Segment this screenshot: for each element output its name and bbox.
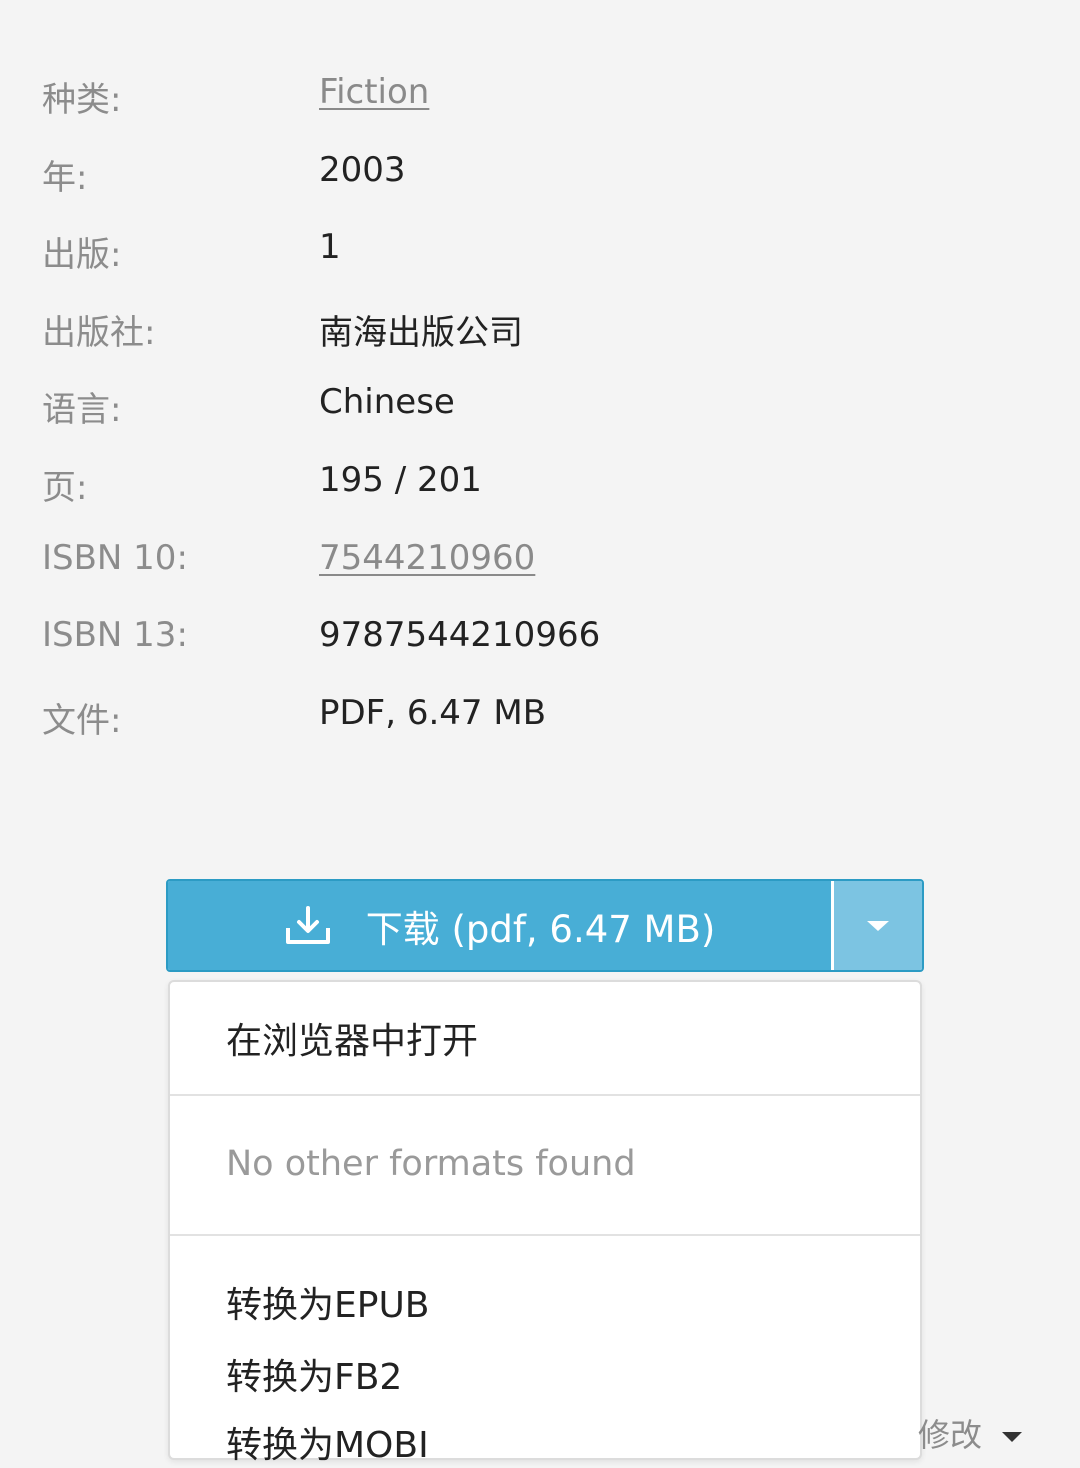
menu-no-formats-text: No other formats found [226, 1144, 636, 1184]
isbn13-value: 9787544210966 [319, 615, 601, 656]
language-label: 语言: [42, 390, 122, 431]
download-icon [285, 905, 330, 944]
download-dropdown-menu: 在浏览器中打开 No other formats found 转换为EPUB 转… [168, 980, 922, 1466]
caret-down-icon [867, 920, 889, 931]
detail-row-year: 年: 2003 [0, 132, 1080, 210]
menu-divider [170, 1094, 920, 1096]
book-details: 种类: Fiction 年: 2003 出版: 1 出版社: 南海出版公司 语言… [0, 54, 1080, 752]
isbn10-label: ISBN 10: [42, 537, 188, 578]
download-options-toggle[interactable] [831, 881, 922, 970]
pages-label: 页: [42, 467, 88, 508]
detail-row-edition: 出版: 1 [0, 209, 1080, 287]
edit-dropdown-toggle[interactable]: 修改 [918, 1410, 1023, 1456]
publisher-value: 南海出版公司 [319, 312, 523, 353]
download-button-group: 下载 (pdf, 6.47 MB) [166, 879, 924, 972]
isbn10-link[interactable]: 7544210960 [319, 538, 535, 578]
menu-divider [170, 1234, 920, 1236]
edit-label: 修改 [918, 1416, 983, 1454]
file-value: PDF, 6.47 MB [319, 692, 547, 733]
year-value: 2003 [319, 149, 406, 190]
detail-row-category: 种类: Fiction [0, 54, 1080, 132]
detail-row-file: 文件: PDF, 6.47 MB [0, 675, 1080, 753]
category-link[interactable]: Fiction [319, 72, 429, 112]
menu-item-open-in-browser[interactable]: 在浏览器中打开 [226, 1012, 478, 1064]
menu-item-convert-fb2[interactable]: 转换为FB2 [226, 1348, 402, 1400]
detail-row-language: 语言: Chinese [0, 364, 1080, 442]
pages-value: 195 / 201 [319, 459, 482, 500]
publisher-label: 出版社: [42, 312, 156, 353]
menu-item-convert-mobi[interactable]: 转换为MOBI [226, 1416, 429, 1468]
language-value: Chinese [319, 382, 455, 423]
detail-row-pages: 页: 195 / 201 [0, 442, 1080, 520]
detail-row-publisher: 出版社: 南海出版公司 [0, 287, 1080, 365]
detail-row-isbn10: ISBN 10: 7544210960 [0, 520, 1080, 598]
file-label: 文件: [42, 700, 122, 741]
download-button[interactable]: 下载 (pdf, 6.47 MB) [168, 881, 831, 970]
menu-item-convert-epub[interactable]: 转换为EPUB [226, 1276, 430, 1328]
edition-label: 出版: [42, 235, 122, 276]
download-label: 下载 (pdf, 6.47 MB) [365, 907, 716, 951]
year-label: 年: [42, 157, 88, 198]
isbn13-label: ISBN 13: [42, 615, 188, 656]
category-label: 种类: [42, 80, 122, 120]
caret-down-icon [1002, 1432, 1023, 1442]
detail-row-isbn13: ISBN 13: 9787544210966 [0, 597, 1080, 675]
edition-value: 1 [319, 227, 341, 268]
